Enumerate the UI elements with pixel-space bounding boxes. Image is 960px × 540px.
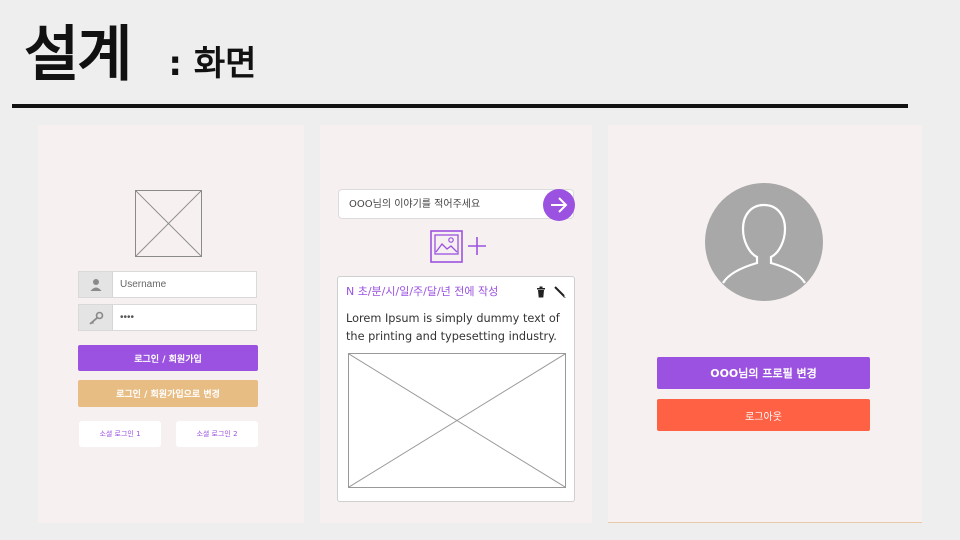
post-body: Lorem Ipsum is simply dummy text of the … [346,312,560,343]
key-icon [79,305,113,330]
slide-title: 설계 : 화면 [24,10,256,100]
feed-screen-mockup: N 초/분/시/일/주/달/년 전에 작성 Lorem Ipsum is sim… [320,125,592,523]
story-input[interactable] [339,190,539,218]
social-login-2-button[interactable]: 소셜 로그인 2 [176,421,258,447]
password-field[interactable] [78,304,257,331]
title-divider [12,104,908,108]
login-signup-button[interactable]: 로그인 / 회원가입 [78,345,258,371]
slide-title-main: 설계 [24,20,132,90]
password-input[interactable] [113,305,253,330]
login-screen-mockup: 로그인 / 회원가입 로그인 / 회원가입으로 변경 소셜 로그인 1 소셜 로… [38,125,304,523]
post-timestamp: N 초/분/시/일/주/달/년 전에 작성 [346,285,499,298]
post-card: N 초/분/시/일/주/달/년 전에 작성 Lorem Ipsum is sim… [337,276,575,502]
avatar-icon [705,183,823,301]
profile-screen-mockup: OOO님의 프로필 변경 로그아웃 [608,125,922,523]
post-tools [536,283,566,302]
add-image-icon[interactable] [430,229,490,265]
story-input-box[interactable] [338,189,575,221]
username-input[interactable] [113,272,253,297]
logout-button[interactable]: 로그아웃 [657,399,870,431]
trash-icon[interactable] [536,283,546,302]
social-login-1-button[interactable]: 소셜 로그인 1 [79,421,161,447]
image-placeholder-icon [135,190,202,257]
slide-title-sub: : 화면 [168,44,257,84]
user-icon [79,272,113,297]
username-field[interactable] [78,271,257,298]
post-image-placeholder [348,353,566,488]
arrow-right-icon[interactable] [543,189,575,221]
edit-profile-button[interactable]: OOO님의 프로필 변경 [657,357,870,389]
switch-to-login-button[interactable]: 로그인 / 회원가입으로 변경 [78,380,258,407]
pencil-icon[interactable] [554,283,566,302]
